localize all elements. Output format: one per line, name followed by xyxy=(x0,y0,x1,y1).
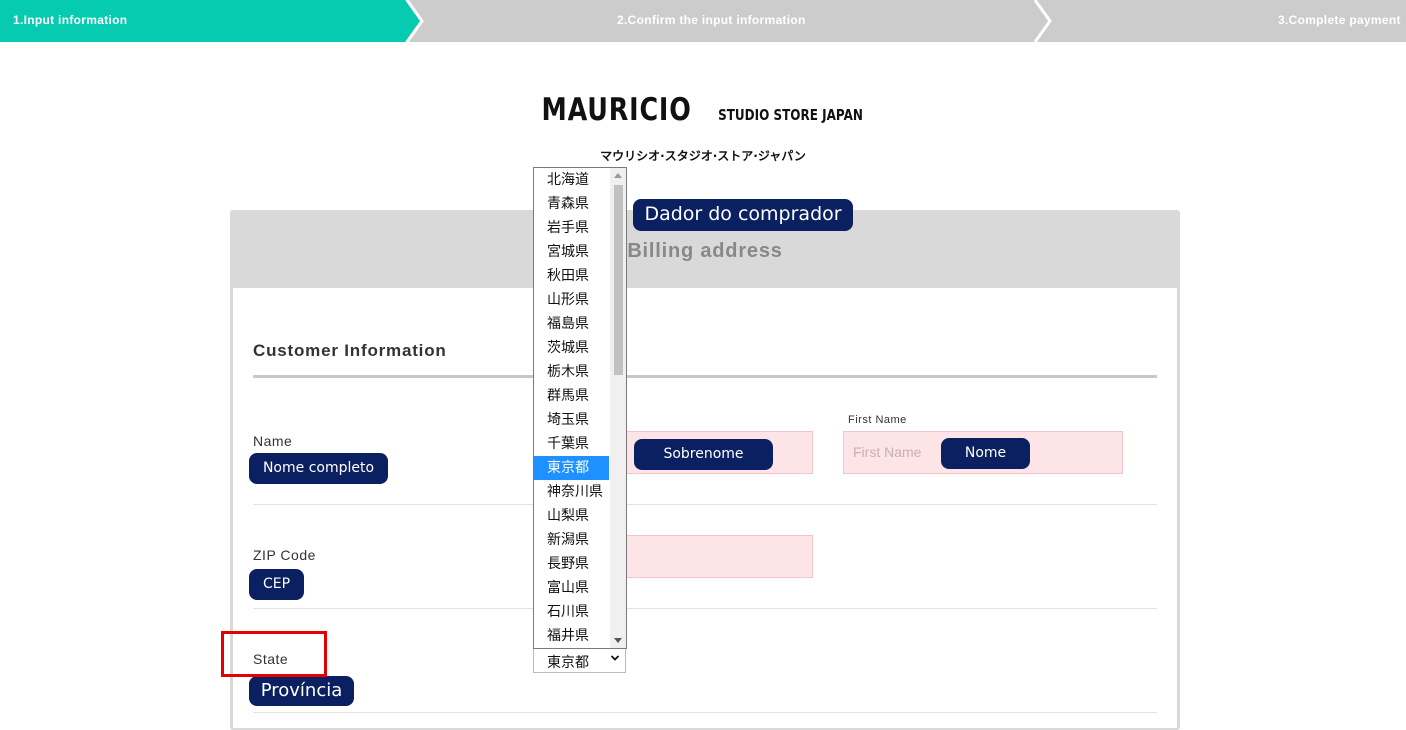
state-annotation-pill: Província xyxy=(249,676,354,706)
state-option[interactable]: 福島県 xyxy=(534,312,609,336)
row-separator xyxy=(253,504,1157,505)
customer-information-heading: Customer Information xyxy=(253,341,447,360)
state-select[interactable]: 東京都 xyxy=(533,648,626,673)
state-option[interactable]: 石川県 xyxy=(534,600,609,624)
chevron-down-icon xyxy=(610,655,620,661)
row-separator xyxy=(253,608,1157,609)
state-option[interactable]: 長野県 xyxy=(534,552,609,576)
state-option[interactable]: 栃木県 xyxy=(534,360,609,384)
checkout-progress-bar: 1.Input information 2.Confirm the input … xyxy=(0,0,1406,42)
state-option[interactable]: 秋田県 xyxy=(534,264,609,288)
section-divider xyxy=(253,375,1157,378)
name-annotation-pill: Nome completo xyxy=(249,453,388,484)
state-option[interactable]: 北海道 xyxy=(534,168,609,192)
logo-kana-text: マウリシオ·スタジオ·ストア·ジャパン xyxy=(600,149,806,163)
state-option[interactable]: 山形県 xyxy=(534,288,609,312)
state-dropdown-list[interactable]: 北海道 青森県 岩手県 宮城県 秋田県 山形県 福島県 茨城県 栃木県 群馬県 … xyxy=(533,167,627,649)
first-name-label: First Name xyxy=(848,414,907,426)
state-option[interactable]: 宮城県 xyxy=(534,240,609,264)
zip-code-label: ZIP Code xyxy=(253,547,316,563)
scroll-up-arrow-icon[interactable] xyxy=(614,173,622,178)
store-logo: MAURICIO STUDIO STORE JAPAN xyxy=(0,92,1406,128)
scrollbar-thumb[interactable] xyxy=(614,185,623,375)
state-option[interactable]: 神奈川県 xyxy=(534,480,609,504)
state-option[interactable]: 青森県 xyxy=(534,192,609,216)
state-option[interactable]: 山梨県 xyxy=(534,504,609,528)
state-label-highlight-box xyxy=(221,631,327,677)
row-separator xyxy=(253,712,1157,713)
first-name-placeholder: First Name xyxy=(853,444,922,460)
state-option[interactable]: 埼玉県 xyxy=(534,408,609,432)
logo-sub-text: STUDIO STORE JAPAN xyxy=(717,106,863,124)
state-option[interactable]: 群馬県 xyxy=(534,384,609,408)
name-label: Name xyxy=(253,433,293,449)
state-option[interactable]: 岩手県 xyxy=(534,216,609,240)
step-3-label: 3.Complete payment xyxy=(1278,13,1401,27)
state-option-selected[interactable]: 東京都 xyxy=(534,456,609,480)
scroll-down-arrow-icon[interactable] xyxy=(614,638,622,643)
state-option[interactable]: 福井県 xyxy=(534,624,609,648)
billing-address-title: Billing address xyxy=(627,240,783,262)
step-1-label: 1.Input information xyxy=(13,13,128,27)
state-option[interactable]: 千葉県 xyxy=(534,432,609,456)
last-name-annotation-pill: Sobrenome xyxy=(634,439,773,470)
state-option[interactable]: 新潟県 xyxy=(534,528,609,552)
step-2-label: 2.Confirm the input information xyxy=(617,13,806,27)
first-name-annotation-pill: Nome xyxy=(941,438,1030,469)
state-option[interactable]: 茨城県 xyxy=(534,336,609,360)
state-option[interactable]: 富山県 xyxy=(534,576,609,600)
state-select-value: 東京都 xyxy=(547,655,589,671)
zip-annotation-pill: CEP xyxy=(249,569,304,600)
dropdown-scrollbar[interactable] xyxy=(610,168,626,648)
zip-code-input[interactable] xyxy=(620,535,813,578)
billing-annotation-pill: Dador do comprador xyxy=(633,199,853,231)
logo-main-text: MAURICIO xyxy=(541,92,693,128)
